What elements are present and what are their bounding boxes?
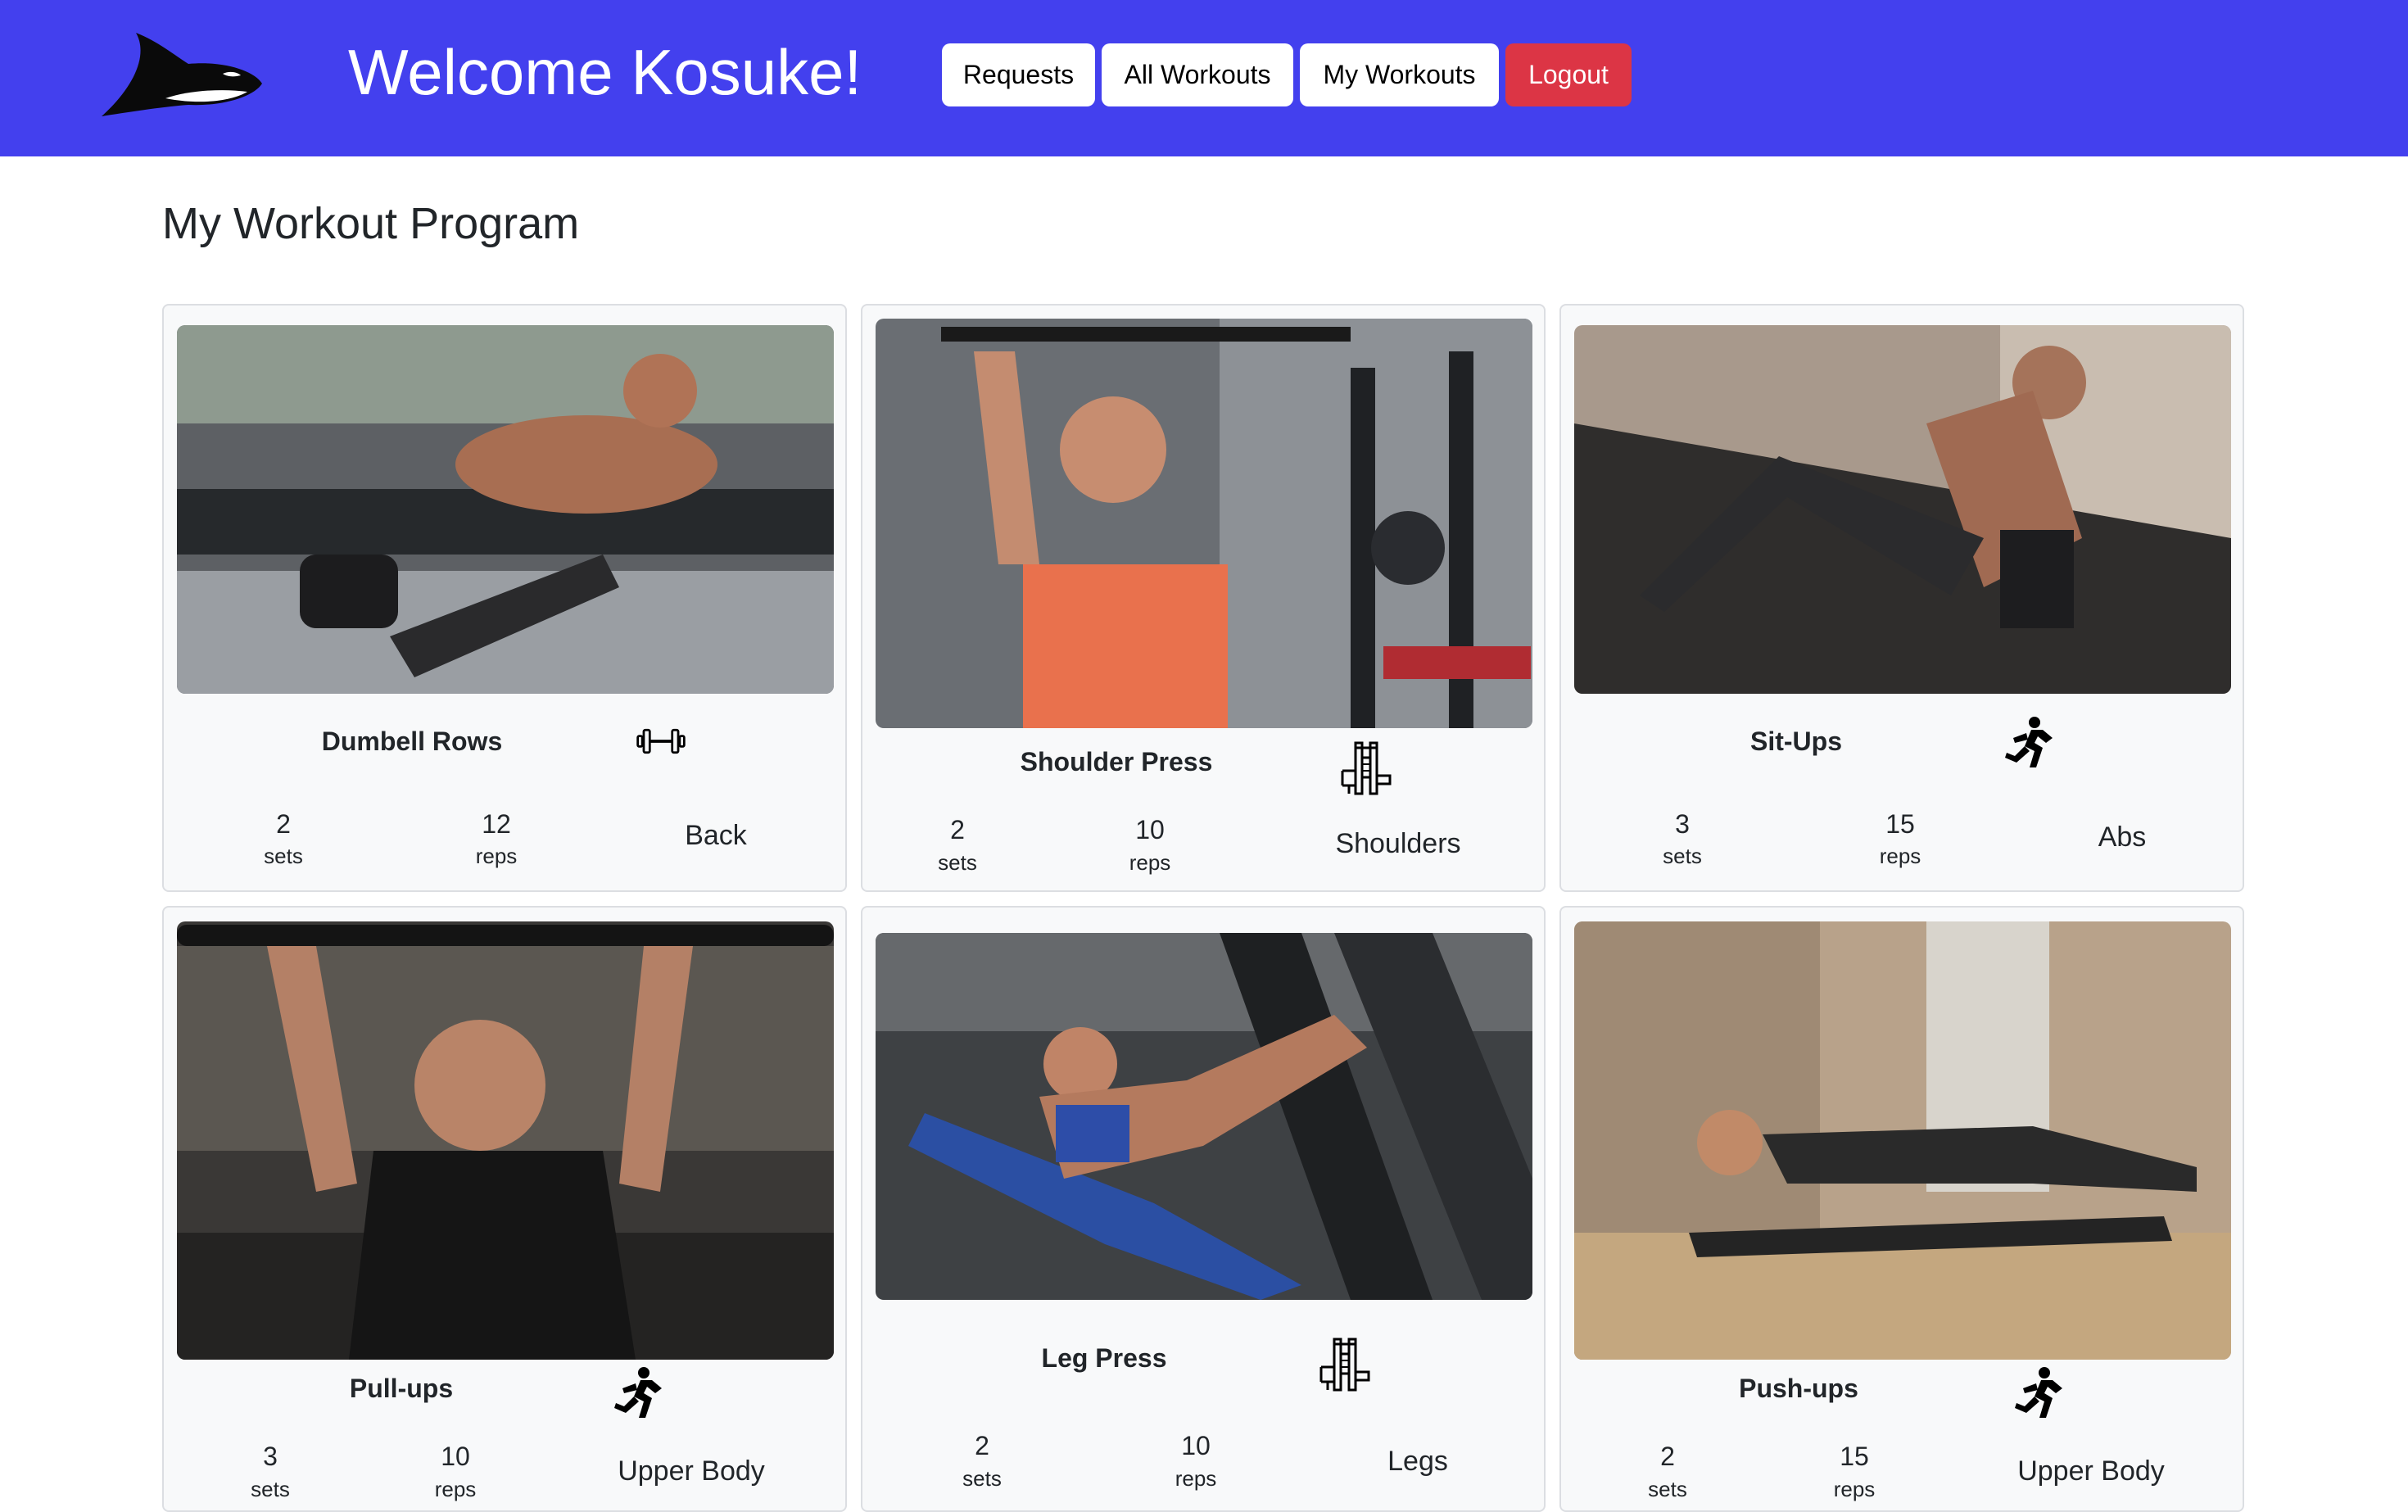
gym-machine-icon xyxy=(1338,740,1395,797)
sets-count: 2 xyxy=(950,815,965,844)
sets-count: 2 xyxy=(975,1431,989,1460)
all-workouts-button[interactable]: All Workouts xyxy=(1102,43,1293,106)
workout-card[interactable]: Leg Press 2 sets 10 reps Legs xyxy=(861,906,1546,1512)
sets-count: 3 xyxy=(1675,809,1690,839)
workout-name: Dumbell Rows xyxy=(321,727,503,756)
muscle-group: Back xyxy=(685,820,747,851)
muscle-group: Upper Body xyxy=(618,1455,765,1487)
my-workouts-button[interactable]: My Workouts xyxy=(1300,43,1499,106)
bodyweight-figure-icon xyxy=(611,1365,668,1423)
reps-count: 15 xyxy=(1840,1442,1869,1471)
bodyweight-figure-icon xyxy=(2012,1365,2069,1423)
workout-name: Shoulder Press xyxy=(1020,747,1213,776)
welcome-heading: Welcome Kosuke! xyxy=(348,36,862,108)
reps-count: 15 xyxy=(1885,809,1915,839)
sets-count: 3 xyxy=(263,1442,278,1471)
bodyweight-figure-icon xyxy=(2002,715,2059,772)
workout-photo xyxy=(1574,921,2231,1360)
gym-machine-icon xyxy=(1316,1336,1374,1393)
workout-card[interactable]: Dumbell Rows 2 sets 12 reps xyxy=(162,304,847,892)
reps-label: reps xyxy=(434,1477,477,1501)
reps-count: 12 xyxy=(482,809,511,839)
muscle-group: Shoulders xyxy=(1335,828,1461,859)
sets-label: sets xyxy=(938,850,977,875)
page-title: My Workout Program xyxy=(162,199,580,248)
workout-name: Push-ups xyxy=(1739,1374,1858,1403)
dumbbell-icon xyxy=(635,715,687,767)
logout-button[interactable]: Logout xyxy=(1505,43,1632,106)
workout-photo xyxy=(177,325,834,694)
sets-label: sets xyxy=(251,1477,290,1501)
reps-label: reps xyxy=(1175,1466,1217,1491)
reps-count: 10 xyxy=(1181,1431,1211,1460)
sets-count: 2 xyxy=(1660,1442,1675,1471)
requests-button[interactable]: Requests xyxy=(942,43,1095,106)
workout-card[interactable]: Pull-ups 3 sets 10 reps Upper Body xyxy=(162,906,847,1512)
workout-card[interactable]: Push-ups 2 sets 15 reps Upper Body xyxy=(1559,906,2244,1512)
reps-label: reps xyxy=(475,844,518,868)
reps-label: reps xyxy=(1833,1477,1876,1501)
sets-label: sets xyxy=(264,844,303,868)
reps-label: reps xyxy=(1879,844,1921,868)
workout-photo xyxy=(876,933,1532,1300)
sets-count: 2 xyxy=(276,809,291,839)
sets-label: sets xyxy=(962,1466,1002,1491)
sets-label: sets xyxy=(1663,844,1702,868)
workout-photo xyxy=(177,921,834,1360)
workout-card[interactable]: Sit-Ups 3 sets 15 reps Abs xyxy=(1559,304,2244,892)
workout-photo xyxy=(1574,325,2231,694)
muscle-group: Abs xyxy=(2098,822,2147,853)
reps-label: reps xyxy=(1129,850,1171,875)
workout-card[interactable]: Shoulder Press 2 sets 10 reps Shoulders xyxy=(861,304,1546,892)
muscle-group: Legs xyxy=(1387,1446,1448,1477)
reps-count: 10 xyxy=(441,1442,470,1471)
muscle-group: Upper Body xyxy=(2017,1455,2165,1487)
orca-logo-icon[interactable] xyxy=(100,31,264,118)
top-navbar: Welcome Kosuke! Requests All Workouts My… xyxy=(0,0,2408,156)
sets-label: sets xyxy=(1648,1477,1687,1501)
workout-name: Leg Press xyxy=(1041,1343,1167,1373)
workout-photo xyxy=(876,319,1532,728)
workout-name: Pull-ups xyxy=(349,1374,454,1403)
workout-name: Sit-Ups xyxy=(1750,727,1842,756)
reps-count: 10 xyxy=(1135,815,1165,844)
